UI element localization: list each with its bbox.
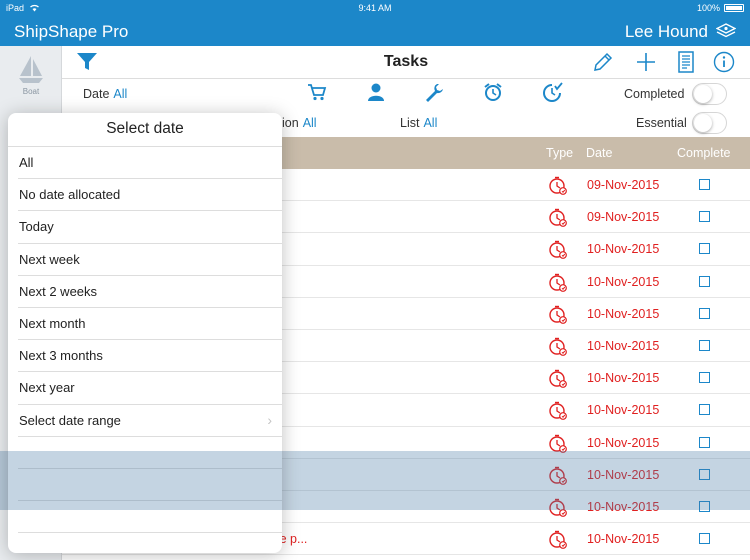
task-date: 10-Nov-2015	[587, 242, 660, 257]
date-option-label: All	[19, 155, 34, 170]
date-option-label: Next week	[19, 251, 80, 267]
popover-highlight	[8, 451, 282, 510]
sidebar-item-boat-label: Boat	[22, 87, 40, 96]
column-complete: Complete	[677, 146, 731, 160]
task-date: 10-Nov-2015	[587, 532, 660, 547]
task-date: 10-Nov-2015	[587, 371, 660, 386]
complete-checkbox[interactable]	[699, 307, 710, 319]
date-option[interactable]: Next 3 months	[18, 340, 282, 373]
date-option-label: Next month	[19, 315, 86, 331]
popover-title: Select date	[8, 113, 282, 147]
info-icon[interactable]	[713, 51, 735, 78]
essential-toggle[interactable]	[692, 112, 727, 134]
chevron-right-icon: ›	[267, 411, 272, 428]
alarm-clock-icon[interactable]	[483, 82, 503, 107]
location-filter-value[interactable]: All	[303, 116, 317, 130]
overdue-timer-icon	[548, 434, 568, 459]
task-date: 10-Nov-2015	[587, 499, 660, 514]
status-time: 9:41 AM	[358, 3, 392, 13]
completed-label: Completed	[624, 87, 685, 101]
status-bar: iPad 9:41 AM 100%	[0, 0, 750, 16]
overdue-timer-icon	[548, 466, 568, 491]
column-date: Date	[586, 146, 613, 160]
overdue-timer-icon	[548, 401, 568, 426]
date-filter-value[interactable]: All	[113, 87, 127, 101]
person-icon[interactable]	[366, 82, 386, 107]
account-icon[interactable]	[715, 23, 737, 44]
user-name[interactable]: Lee Hound	[625, 22, 708, 42]
date-option[interactable]: Today	[18, 211, 282, 244]
app-bar: ShipShape Pro Lee Hound	[0, 16, 750, 46]
add-icon[interactable]	[635, 51, 657, 78]
app-title: ShipShape Pro	[14, 22, 129, 41]
overdue-timer-icon	[548, 176, 568, 201]
task-date: 10-Nov-2015	[587, 435, 660, 450]
date-option-label: Select date range	[19, 412, 121, 428]
overdue-timer-icon	[548, 369, 568, 394]
date-option-label: Next 3 months	[19, 348, 103, 364]
task-date: 10-Nov-2015	[587, 306, 660, 321]
battery-percent: 100%	[696, 3, 720, 13]
complete-checkbox[interactable]	[699, 211, 710, 223]
date-option[interactable]: No date allocated	[18, 179, 282, 212]
timer-check-icon[interactable]	[541, 82, 563, 109]
column-type: Type	[546, 146, 574, 160]
complete-checkbox[interactable]	[699, 468, 710, 480]
date-option[interactable]: Next 2 weeks	[18, 276, 282, 308]
essential-label: Essential	[636, 116, 687, 130]
complete-checkbox[interactable]	[699, 275, 710, 287]
list-filter[interactable]: List All	[400, 116, 437, 130]
date-option[interactable]: All	[18, 147, 282, 180]
tasks-toolbar: Tasks	[62, 46, 750, 79]
list-filter-value[interactable]: All	[423, 116, 437, 130]
complete-checkbox[interactable]	[699, 179, 710, 190]
date-option-label: No date allocated	[19, 187, 121, 203]
select-date-popover: Select date All No date allocated Today Nex…	[8, 113, 282, 553]
task-date: 10-Nov-2015	[587, 338, 660, 353]
battery-icon	[724, 4, 744, 12]
complete-checkbox[interactable]	[699, 339, 710, 351]
overdue-timer-icon	[548, 273, 568, 298]
complete-checkbox[interactable]	[699, 533, 710, 545]
sailboat-icon[interactable]	[17, 54, 45, 89]
date-option[interactable]: Next year	[18, 372, 282, 405]
overdue-timer-icon	[548, 240, 568, 265]
overdue-timer-icon	[548, 305, 568, 330]
date-option-label: Next 2 weeks	[19, 283, 98, 299]
overdue-timer-icon	[548, 208, 568, 233]
complete-checkbox[interactable]	[699, 500, 710, 512]
task-date: 10-Nov-2015	[587, 403, 660, 418]
date-option[interactable]: Next week	[18, 244, 282, 276]
wrench-icon[interactable]	[424, 82, 444, 107]
task-date: 09-Nov-2015	[587, 210, 660, 225]
complete-checkbox[interactable]	[699, 372, 710, 384]
cart-icon[interactable]	[307, 82, 327, 107]
date-option-label: Today	[19, 219, 54, 235]
date-option[interactable]: Next month	[18, 308, 282, 341]
complete-checkbox[interactable]	[699, 243, 710, 255]
location-filter[interactable]: ion All	[282, 116, 317, 130]
date-option[interactable]: Select date range ›	[18, 405, 282, 437]
overdue-timer-icon	[548, 498, 568, 523]
date-option-label: Next year	[19, 380, 75, 396]
edit-icon[interactable]	[592, 51, 614, 78]
overdue-timer-icon	[548, 530, 568, 555]
overdue-timer-icon	[548, 337, 568, 362]
task-date: 10-Nov-2015	[587, 274, 660, 289]
complete-checkbox[interactable]	[699, 404, 710, 416]
completed-toggle[interactable]	[692, 83, 727, 105]
task-date: 10-Nov-2015	[587, 467, 660, 482]
date-filter[interactable]: Date All	[83, 87, 127, 101]
report-icon[interactable]	[676, 51, 696, 78]
task-date: 09-Nov-2015	[587, 178, 660, 192]
complete-checkbox[interactable]	[699, 436, 710, 448]
